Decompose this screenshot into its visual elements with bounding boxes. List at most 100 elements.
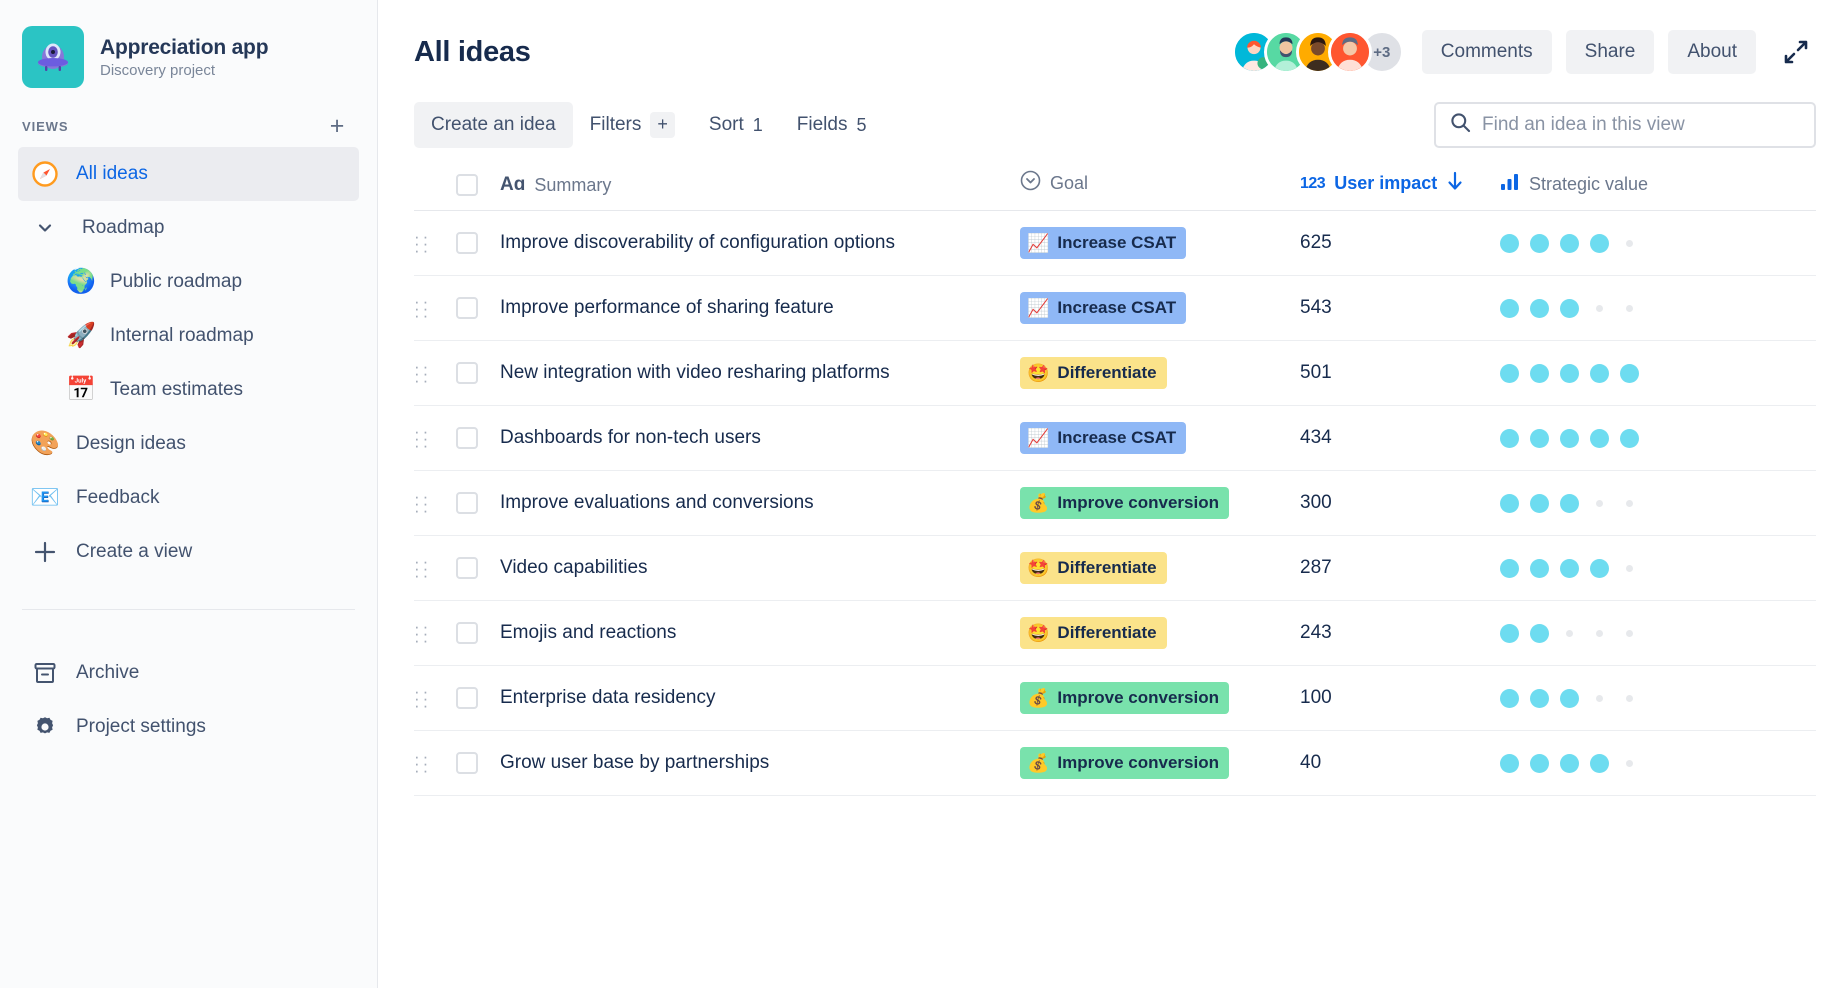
filters-button[interactable]: Filters + — [573, 102, 692, 148]
strategic-value-dot[interactable] — [1626, 240, 1633, 247]
row-select-cell[interactable] — [456, 666, 500, 731]
table-row[interactable]: ······ Improve performance of sharing fea… — [414, 276, 1816, 341]
sidebar-item-team-estimates[interactable]: 📅 Team estimates — [18, 363, 359, 417]
strategic-value-dot[interactable] — [1590, 429, 1609, 448]
sidebar-item-public-roadmap[interactable]: 🌍 Public roadmap — [18, 255, 359, 309]
row-summary-cell[interactable]: Grow user base by partnerships — [500, 731, 1020, 796]
strategic-value-dot[interactable] — [1560, 494, 1579, 513]
row-checkbox[interactable] — [456, 427, 478, 449]
strategic-value-dot[interactable] — [1596, 305, 1603, 312]
row-goal-cell[interactable]: 📈Increase CSAT — [1020, 406, 1300, 471]
sidebar-item-archive[interactable]: Archive — [18, 646, 359, 700]
strategic-value-dot[interactable] — [1590, 559, 1609, 578]
table-row[interactable]: ······Improve discoverability of configu… — [414, 211, 1816, 276]
collaborator-avatars[interactable]: +3 — [1232, 30, 1404, 74]
strategic-value-dot[interactable] — [1530, 624, 1549, 643]
goal-badge[interactable]: 🤩Differentiate — [1020, 357, 1167, 389]
strategic-value-dot[interactable] — [1626, 305, 1633, 312]
table-row[interactable]: ······ Enterprise data residency💰Improve … — [414, 666, 1816, 731]
strategic-value-dot[interactable] — [1530, 559, 1549, 578]
strategic-value-dot[interactable] — [1626, 630, 1633, 637]
row-drag-handle-cell[interactable]: ······ — [414, 731, 456, 796]
row-drag-handle-cell[interactable]: ······ — [414, 276, 456, 341]
goal-badge[interactable]: 💰Improve conversion — [1020, 487, 1229, 519]
row-summary-cell[interactable]: New integration with video resharing pla… — [500, 341, 1020, 406]
drag-handle-icon[interactable]: ······ — [414, 233, 428, 254]
strategic-value-dot[interactable] — [1500, 494, 1519, 513]
table-row[interactable]: ······Emojis and reactions🤩Differentiate… — [414, 601, 1816, 666]
row-drag-handle-cell[interactable]: ······ — [414, 406, 456, 471]
row-goal-cell[interactable]: 📈Increase CSAT — [1020, 276, 1300, 341]
comments-button[interactable]: Comments — [1422, 30, 1552, 74]
row-select-cell[interactable] — [456, 276, 500, 341]
strategic-value-dot[interactable] — [1560, 364, 1579, 383]
strategic-value-dot[interactable] — [1590, 234, 1609, 253]
row-drag-handle-cell[interactable]: ······ — [414, 666, 456, 731]
row-user-impact-cell[interactable]: 287 — [1300, 536, 1500, 601]
search-box[interactable] — [1434, 102, 1816, 148]
goal-badge[interactable]: 📈Increase CSAT — [1020, 227, 1186, 259]
strategic-value-dot[interactable] — [1530, 364, 1549, 383]
row-select-cell[interactable] — [456, 601, 500, 666]
strategic-value-dot[interactable] — [1500, 429, 1519, 448]
row-goal-cell[interactable]: 💰Improve conversion — [1020, 471, 1300, 536]
strategic-value-dot[interactable] — [1530, 689, 1549, 708]
strategic-value-dot[interactable] — [1560, 754, 1579, 773]
row-goal-cell[interactable]: 🤩Differentiate — [1020, 536, 1300, 601]
strategic-value-dot[interactable] — [1566, 630, 1573, 637]
row-drag-handle-cell[interactable]: ······ — [414, 471, 456, 536]
row-summary-cell[interactable]: Improve performance of sharing feature — [500, 276, 1020, 341]
strategic-value-dot[interactable] — [1590, 754, 1609, 773]
row-user-impact-cell[interactable]: 300 — [1300, 471, 1500, 536]
sidebar-group-roadmap[interactable]: Roadmap — [18, 201, 359, 255]
strategic-value-dot[interactable] — [1530, 494, 1549, 513]
drag-handle-icon[interactable]: ······ — [414, 623, 428, 644]
row-strategic-value-cell[interactable] — [1500, 276, 1816, 341]
row-drag-handle-cell[interactable]: ······ — [414, 601, 456, 666]
row-select-cell[interactable] — [456, 406, 500, 471]
strategic-value-dot[interactable] — [1500, 624, 1519, 643]
strategic-value-dot[interactable] — [1500, 559, 1519, 578]
table-row[interactable]: ······Dashboards for non-tech users📈Incr… — [414, 406, 1816, 471]
row-checkbox[interactable] — [456, 297, 478, 319]
goal-badge[interactable]: 💰Improve conversion — [1020, 682, 1229, 714]
create-an-idea-button[interactable]: Create an idea — [414, 102, 573, 148]
row-select-cell[interactable] — [456, 731, 500, 796]
row-user-impact-cell[interactable]: 625 — [1300, 211, 1500, 276]
avatar[interactable] — [1328, 30, 1372, 74]
goal-badge[interactable]: 📈Increase CSAT — [1020, 292, 1186, 324]
strategic-value-dot[interactable] — [1620, 429, 1639, 448]
strategic-value-dot[interactable] — [1500, 234, 1519, 253]
goal-badge[interactable]: 🤩Differentiate — [1020, 552, 1167, 584]
project-header[interactable]: Appreciation app Discovery project — [0, 0, 377, 88]
header-select-all[interactable] — [456, 170, 500, 211]
row-select-cell[interactable] — [456, 211, 500, 276]
row-checkbox[interactable] — [456, 752, 478, 774]
sidebar-item-design-ideas[interactable]: 🎨 Design ideas — [18, 417, 359, 471]
sort-button[interactable]: Sort 1 — [692, 102, 780, 148]
about-button[interactable]: About — [1668, 30, 1756, 74]
drag-handle-icon[interactable]: ······ — [414, 428, 428, 449]
row-checkbox[interactable] — [456, 492, 478, 514]
row-summary-cell[interactable]: Enterprise data residency — [500, 666, 1020, 731]
strategic-value-dot[interactable] — [1560, 234, 1579, 253]
search-input[interactable] — [1482, 114, 1800, 136]
row-strategic-value-cell[interactable] — [1500, 341, 1816, 406]
strategic-value-dot[interactable] — [1560, 559, 1579, 578]
strategic-value-dot[interactable] — [1590, 364, 1609, 383]
expand-diagonal-icon[interactable] — [1776, 32, 1816, 72]
strategic-value-dot[interactable] — [1530, 299, 1549, 318]
row-user-impact-cell[interactable]: 100 — [1300, 666, 1500, 731]
header-goal[interactable]: Goal — [1020, 170, 1300, 211]
drag-handle-icon[interactable]: ······ — [414, 688, 428, 709]
strategic-value-dot[interactable] — [1620, 364, 1639, 383]
row-goal-cell[interactable]: 🤩Differentiate — [1020, 601, 1300, 666]
row-checkbox[interactable] — [456, 557, 478, 579]
table-row[interactable]: ······Video capabilities🤩Differentiate28… — [414, 536, 1816, 601]
strategic-value-dot[interactable] — [1560, 689, 1579, 708]
header-user-impact[interactable]: 123 User impact — [1300, 170, 1500, 211]
row-select-cell[interactable] — [456, 536, 500, 601]
select-all-checkbox[interactable] — [456, 174, 478, 196]
strategic-value-dot[interactable] — [1500, 689, 1519, 708]
strategic-value-dot[interactable] — [1530, 234, 1549, 253]
